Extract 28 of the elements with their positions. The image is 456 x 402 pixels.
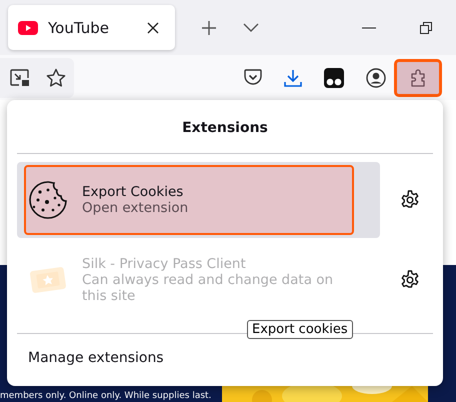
manage-extensions-link[interactable]: Manage extensions bbox=[28, 350, 164, 366]
tooltip: Export cookies bbox=[247, 320, 353, 339]
close-icon[interactable] bbox=[147, 22, 159, 34]
banner-text: members only. Online only. While supplies last. bbox=[0, 391, 212, 401]
minimize-icon[interactable] bbox=[362, 26, 376, 28]
picture-in-picture-icon[interactable] bbox=[10, 68, 30, 86]
panel-title: Extensions bbox=[181, 120, 269, 136]
account-icon[interactable] bbox=[366, 68, 386, 88]
extension-name: Silk - Privacy Pass Client bbox=[82, 256, 247, 272]
cookie-icon bbox=[28, 180, 68, 220]
mask-icon[interactable] bbox=[324, 68, 344, 88]
extensions-button[interactable] bbox=[394, 58, 442, 96]
pocket-icon[interactable] bbox=[244, 69, 262, 86]
tab-title: YouTube bbox=[48, 18, 110, 36]
extension-item[interactable]: Export Cookies Open extension bbox=[17, 162, 380, 238]
extension-description: Open extension bbox=[82, 200, 190, 216]
settings-icon[interactable] bbox=[400, 270, 420, 290]
extension-description: Can always read and change data on this site bbox=[82, 272, 334, 304]
download-icon[interactable] bbox=[284, 68, 302, 86]
restore-icon[interactable] bbox=[420, 22, 432, 34]
puzzle-icon bbox=[409, 68, 427, 86]
chevron-down-icon[interactable] bbox=[243, 22, 259, 32]
settings-icon[interactable] bbox=[400, 190, 420, 210]
play-logo-icon bbox=[18, 20, 38, 34]
star-icon[interactable] bbox=[46, 68, 66, 88]
new-tab-icon[interactable] bbox=[201, 20, 217, 36]
browser-tab[interactable]: YouTube bbox=[8, 5, 175, 50]
extension-name: Export Cookies bbox=[82, 184, 184, 200]
